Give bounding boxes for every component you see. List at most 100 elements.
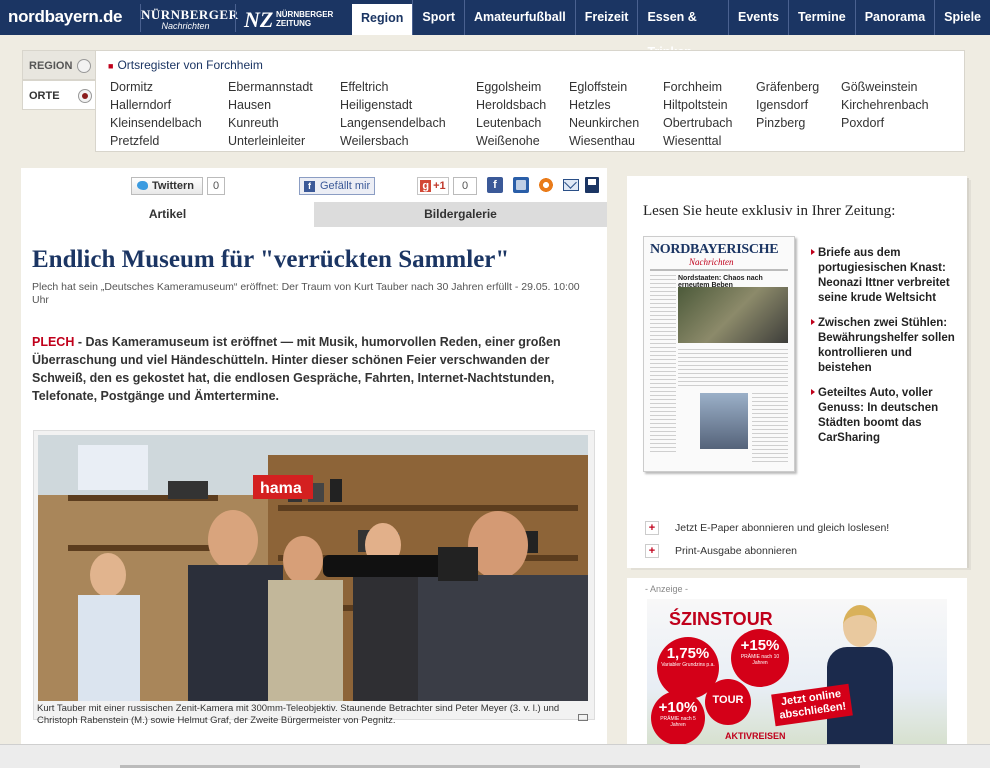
ad-tour-bubble: TOUR [705,679,751,725]
delicious-icon[interactable] [513,177,529,193]
ad-brand: ŚZINSTOUR [669,609,773,630]
article-lead: PLECH - Das Kameramuseum ist eröffnet — … [32,333,597,405]
ad-rate-2-desc: PRÄMIE nach 10 Jahren [740,654,780,666]
nav-item-region[interactable]: Region [352,4,413,35]
place-link[interactable]: Gräfenberg [756,78,841,96]
place-link[interactable]: Igensdorf [756,96,841,114]
place-link[interactable]: Unterleinleiter [228,132,340,150]
place-link[interactable]: Langensendelbach [340,114,476,132]
place-link[interactable]: Forchheim [663,78,756,96]
article-dateline: PLECH [32,335,75,349]
nav-item-essen-trinken[interactable]: Essen & Trinken [637,0,728,59]
newspaper-photo-small [700,393,748,449]
ad-rate-1-desc: Variabler Grundzins p.a. [661,662,715,668]
place-link[interactable]: Hiltpoltstein [663,96,756,114]
article-panel: Twittern 0 f Gefällt mir g +1 0 f Artikel … [21,168,607,768]
place-link[interactable]: Heiligenstadt [340,96,476,114]
tab-orte[interactable]: ORTE [22,80,96,110]
place-link[interactable]: Effeltrich [340,78,476,96]
place-link[interactable]: Obertrubach [663,114,756,132]
advertisement: - Anzeige - ŚZINSTOUR 1,75% Variabler Gru… [627,578,967,750]
teaser-link[interactable]: Geteiltes Auto, voller Genuss: In deutsc… [811,386,961,446]
place-link[interactable]: Weißenohe [476,132,569,150]
newspaper-frontpage-image[interactable]: NORDBAYERISCHE Nachrichten Nordstaaten: … [643,236,795,472]
nordbayern-logo[interactable]: nordbayern.de [8,7,122,27]
nav-item-amateurfußball[interactable]: Amateurfußball [464,0,575,35]
place-link[interactable]: Hallerndorf [110,96,228,114]
nav-item-sport[interactable]: Sport [412,0,464,35]
google-plus-icon: g [420,180,432,192]
nav-item-panorama[interactable]: Panorama [854,0,934,35]
facebook-like-button[interactable]: f Gefällt mir [299,177,375,195]
google-plus-button[interactable]: g +1 [417,177,449,195]
nav-item-events[interactable]: Events [728,0,788,35]
place-link[interactable]: Hetzles [569,96,663,114]
newspaper-column [650,275,676,455]
print-icon[interactable] [585,177,599,193]
plus-icon: + [645,521,659,535]
place-link[interactable]: Ebermannstadt [228,78,340,96]
place-link[interactable]: Pinzberg [756,114,841,132]
nuernberger-zeitung-logo[interactable]: NZ NÜRNBERGER ZEITUNG [235,4,355,32]
twitter-count: 0 [207,177,225,195]
place-link[interactable]: Neunkirchen [569,114,663,132]
ad-rate-2: +15% [740,637,780,654]
article-photo[interactable]: hama [38,435,588,701]
place-link[interactable]: Pretzfeld [110,132,228,150]
place-link[interactable]: Wiesenthau [569,132,663,150]
article-headline: Endlich Museum für "verrückten Sammler" [32,246,510,273]
ad-footer-brand: AKTIVREISEN [725,731,786,741]
nav-item-spiele[interactable]: Spiele [934,0,990,35]
place-link[interactable]: Gößweinstein [841,78,951,96]
settings-gear-icon[interactable] [538,177,554,193]
article-subline: Plech hat sein „Deutsches Kameramuseum“ … [32,281,580,306]
print-subscription-link[interactable]: + Print-Ausgabe abonnieren [645,543,797,559]
newspaper-masthead: NORDBAYERISCHE [650,242,779,257]
place-link[interactable]: Wiesenttal [663,132,756,150]
twitter-label: Twittern [152,180,194,192]
ad-label: - Anzeige - [645,584,689,594]
tab-artikel[interactable]: Artikel [21,202,314,227]
place-link[interactable]: Heroldsbach [476,96,569,114]
teaser-link[interactable]: Briefe aus dem portugiesischen Knast: Ne… [811,246,961,306]
enlarge-icon[interactable] [578,714,588,721]
facebook-share-icon[interactable]: f [487,177,503,193]
photo-illustration: hama [38,435,588,701]
place-link[interactable]: Leutenbach [476,114,569,132]
twitter-button[interactable]: Twittern [131,177,203,195]
ad-banner[interactable]: ŚZINSTOUR 1,75% Variabler Grundzins p.a. … [647,599,947,747]
place-link[interactable]: Kleinsendelbach [110,114,228,132]
nav-item-termine[interactable]: Termine [788,0,855,35]
place-link[interactable]: Kunreuth [228,114,340,132]
place-link[interactable]: Hausen [228,96,340,114]
article-lead-text: - Das Kameramuseum ist eröffnet — mit Mu… [32,335,561,403]
radio-orte-icon[interactable] [78,89,92,103]
epaper-link[interactable]: + Jetzt E-Paper abonnieren und gleich los… [645,520,889,536]
sidebar-heading: Lesen Sie heute exklusiv in Ihrer Zeitun… [643,203,896,219]
place-link[interactable]: Dormitz [110,78,228,96]
tab-bildergalerie[interactable]: Bildergalerie [314,202,607,227]
main-menu: Region Sport Amateurfußball Freizeit Essen &… [352,0,990,59]
place-link[interactable]: Eggolsheim [476,78,569,96]
tab-region-label: REGION [29,60,73,72]
place-link[interactable]: Egloffstein [569,78,663,96]
radio-region-icon[interactable] [77,59,91,73]
tab-orte-label: ORTE [29,90,60,102]
place-link[interactable]: Kirchehrenbach [841,96,951,114]
teaser-link[interactable]: Zwischen zwei Stühlen: Bewährungshelfer … [811,316,961,376]
nav-item-freizeit[interactable]: Freizeit [574,0,638,35]
tab-region[interactable]: REGION [22,50,96,80]
plus-icon: + [645,544,659,558]
horizontal-scrollbar[interactable] [0,744,990,768]
place-link[interactable]: Poxdorf [841,114,951,132]
newspaper-text-block [678,349,788,389]
ad-brand-text: ZINSTOUR [681,609,773,629]
place-link[interactable]: Weilersbach [340,132,476,150]
facebook-icon: f [304,181,315,192]
google-plus-count: 0 [453,177,477,195]
nuernberger-nachrichten-logo[interactable]: NÜRNBERGER Nachrichten [140,4,238,32]
ortsregister-panel: ■ Ortsregister von Forchheim Dormitz Eberm… [95,50,965,152]
newspaper-teaser-box: Lesen Sie heute exklusiv in Ihrer Zeitun… [627,176,967,566]
masthead-rule [650,269,788,271]
email-icon[interactable] [563,179,579,191]
